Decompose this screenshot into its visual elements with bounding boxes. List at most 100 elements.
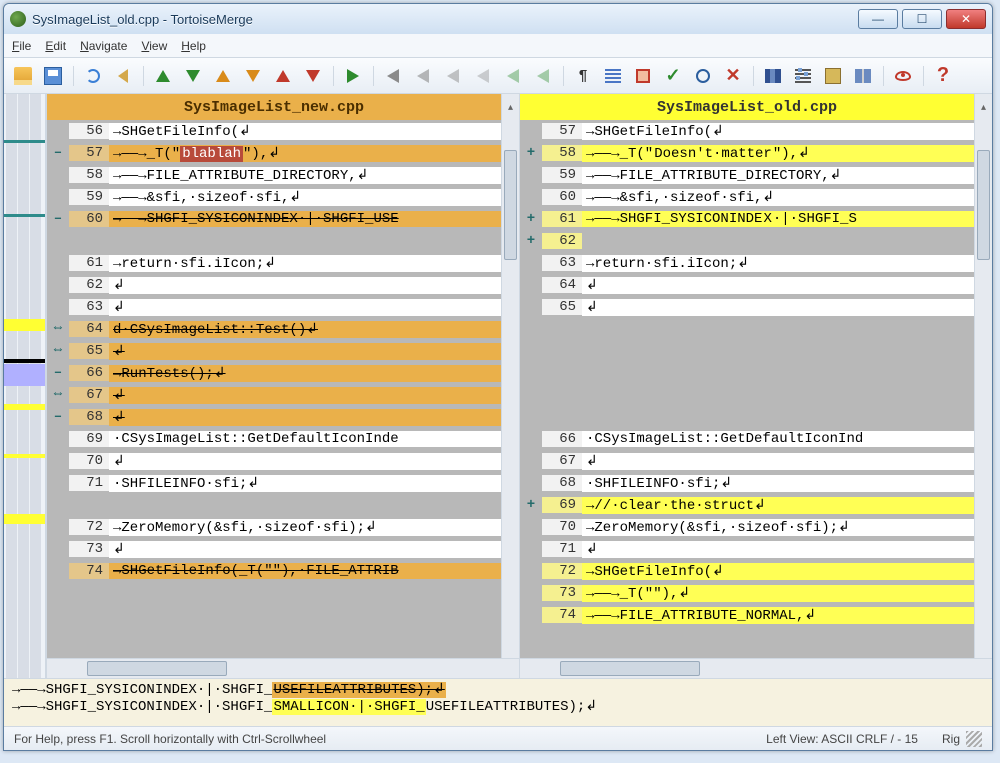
code-line[interactable]: 68·SHFILEINFO·sfi;↲ — [520, 472, 974, 494]
code-line[interactable]: –60→——→SHGFI_SYSICONINDEX·|·SHGFI_USE — [47, 208, 501, 230]
bottom-merge-view[interactable]: →——→SHGFI_SYSICONINDEX·|·SHGFI_USEFILEAT… — [4, 678, 992, 726]
scroll-up-button[interactable]: ▴ — [974, 94, 992, 120]
code-line[interactable]: 73→——→_T(""),↲ — [520, 582, 974, 604]
help-button[interactable]: ? — [930, 63, 956, 89]
code-line[interactable]: 64↲ — [520, 274, 974, 296]
nav-fwd-button[interactable] — [410, 63, 436, 89]
code-line[interactable]: 74→——→FILE_ATTRIBUTE_NORMAL,↲ — [520, 604, 974, 626]
view-mode-button[interactable] — [760, 63, 786, 89]
code-line[interactable]: ⇔67↲ — [47, 384, 501, 406]
menu-edit[interactable]: Edit — [45, 39, 66, 53]
code-line[interactable] — [520, 406, 974, 428]
right-hscroll[interactable] — [520, 658, 992, 678]
save-button[interactable] — [40, 63, 66, 89]
nav-3-button[interactable] — [440, 63, 466, 89]
nav-back-button[interactable] — [380, 63, 406, 89]
code-line[interactable]: 73↲ — [47, 538, 501, 560]
code-line[interactable]: 59→——→FILE_ATTRIBUTE_DIRECTORY,↲ — [520, 164, 974, 186]
code-line[interactable]: 74→SHGetFileInfo(_T(""),·FILE_ATTRIB — [47, 560, 501, 582]
columns-button[interactable] — [850, 63, 876, 89]
code-line[interactable]: +61→——→SHGFI_SYSICONINDEX·|·SHGFI_S — [520, 208, 974, 230]
code-line[interactable]: 63→return·sfi.iIcon;↲ — [520, 252, 974, 274]
code-line[interactable] — [520, 384, 974, 406]
minimize-button[interactable]: — — [858, 9, 898, 29]
prev-diff-button[interactable] — [150, 63, 176, 89]
next-conflict-button[interactable] — [240, 63, 266, 89]
bottom-line-2: →——→SHGFI_SYSICONINDEX·|·SHGFI_SMALLICON… — [12, 698, 984, 715]
mark-resolved-button[interactable]: ✓ — [660, 63, 686, 89]
scroll-thumb[interactable] — [504, 150, 517, 260]
code-line[interactable]: 63↲ — [47, 296, 501, 318]
code-line[interactable]: ⇔65↲ — [47, 340, 501, 362]
code-line[interactable]: –68↲ — [47, 406, 501, 428]
code-line[interactable]: –66→RunTests();↲ — [47, 362, 501, 384]
scroll-thumb[interactable] — [560, 661, 700, 676]
maximize-button[interactable]: ☐ — [902, 9, 942, 29]
next-diff-button[interactable] — [180, 63, 206, 89]
left-editor[interactable]: 56→SHGetFileInfo(↲–57→——→_T("blablah"),↲… — [47, 120, 501, 658]
code-text: ↲ — [582, 541, 974, 558]
code-line[interactable] — [47, 494, 501, 516]
reject-button[interactable]: ✕ — [720, 63, 746, 89]
code-line[interactable] — [520, 340, 974, 362]
code-line[interactable]: 60→——→&sfi,·sizeof·sfi,↲ — [520, 186, 974, 208]
code-line[interactable]: 58→——→FILE_ATTRIBUTE_DIRECTORY,↲ — [47, 164, 501, 186]
nav-4-button[interactable] — [470, 63, 496, 89]
scroll-up-button[interactable]: ▴ — [501, 94, 519, 120]
code-line[interactable]: ⇔64d·CSysImageList::Test()↲ — [47, 318, 501, 340]
nav-6-button[interactable] — [530, 63, 556, 89]
code-line[interactable]: 69·CSysImageList::GetDefaultIconInde — [47, 428, 501, 450]
code-line[interactable]: 57→SHGetFileInfo(↲ — [520, 120, 974, 142]
code-line[interactable]: +62 — [520, 230, 974, 252]
right-vscroll[interactable] — [974, 120, 992, 658]
settings-sliders-button[interactable] — [790, 63, 816, 89]
view-eye-button[interactable] — [890, 63, 916, 89]
inline-diff-button[interactable] — [600, 63, 626, 89]
reload-button[interactable] — [80, 63, 106, 89]
code-line[interactable]: 56→SHGetFileInfo(↲ — [47, 120, 501, 142]
scroll-thumb[interactable] — [977, 150, 990, 260]
scroll-thumb[interactable] — [87, 661, 227, 676]
left-vscroll[interactable] — [501, 120, 519, 658]
code-line[interactable]: +58→——→_T("Doesn't·matter"),↲ — [520, 142, 974, 164]
code-line[interactable]: 72→SHGetFileInfo(↲ — [520, 560, 974, 582]
code-line[interactable] — [47, 230, 501, 252]
code-line[interactable]: 71↲ — [520, 538, 974, 560]
open-button[interactable] — [10, 63, 36, 89]
resize-grip-icon[interactable] — [966, 731, 982, 747]
close-button[interactable]: ✕ — [946, 9, 986, 29]
menu-navigate[interactable]: Navigate — [80, 39, 127, 53]
right-editor[interactable]: 57→SHGetFileInfo(↲+58→——→_T("Doesn't·mat… — [520, 120, 974, 658]
code-line[interactable]: 59→——→&sfi,·sizeof·sfi,↲ — [47, 186, 501, 208]
code-line[interactable]: 70→ZeroMemory(&sfi,·sizeof·sfi);↲ — [520, 516, 974, 538]
code-line[interactable]: –57→——→_T("blablah"),↲ — [47, 142, 501, 164]
code-line[interactable]: 65↲ — [520, 296, 974, 318]
code-line[interactable]: 62↲ — [47, 274, 501, 296]
code-line[interactable]: +69→//·clear·the·struct↲ — [520, 494, 974, 516]
use-left-button[interactable] — [340, 63, 366, 89]
circle-button[interactable] — [690, 63, 716, 89]
save-as-button[interactable] — [820, 63, 846, 89]
arrow-up-orange-icon — [216, 70, 230, 82]
prev-conflict-button[interactable] — [210, 63, 236, 89]
code-line[interactable] — [520, 362, 974, 384]
menu-file[interactable]: FFileile — [12, 39, 31, 53]
code-line[interactable]: 67↲ — [520, 450, 974, 472]
left-hscroll[interactable] — [47, 658, 519, 678]
menu-help[interactable]: Help — [181, 39, 206, 53]
menu-view[interactable]: View — [141, 39, 167, 53]
locator-bar[interactable] — [4, 94, 46, 678]
code-line[interactable]: 61→return·sfi.iIcon;↲ — [47, 252, 501, 274]
nav-5-button[interactable] — [500, 63, 526, 89]
undo-button[interactable] — [110, 63, 136, 89]
code-line[interactable]: 72→ZeroMemory(&sfi,·sizeof·sfi);↲ — [47, 516, 501, 538]
code-line[interactable]: 71·SHFILEINFO·sfi;↲ — [47, 472, 501, 494]
code-line[interactable] — [520, 318, 974, 340]
compare-ws-button[interactable] — [630, 63, 656, 89]
code-line[interactable]: 66·CSysImageList::GetDefaultIconInd — [520, 428, 974, 450]
code-line[interactable]: 70↲ — [47, 450, 501, 472]
prev-inline-button[interactable] — [270, 63, 296, 89]
whitespace-button[interactable]: ¶ — [570, 63, 596, 89]
next-inline-button[interactable] — [300, 63, 326, 89]
question-icon: ? — [937, 64, 949, 87]
